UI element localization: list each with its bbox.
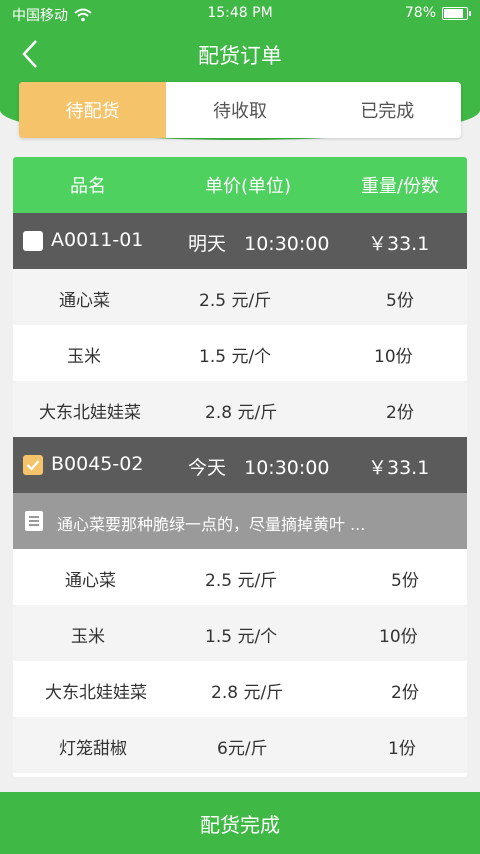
order-time: 明天 10:30:00 <box>188 233 330 255</box>
item-name: 大东北娃娃菜 <box>45 683 147 703</box>
order-total: ￥33.1 <box>368 457 430 479</box>
order-total: ￥33.1 <box>368 233 430 255</box>
order-table-card: 品名 单价(单位) 重量/份数 A0011-01 明天 10:30:00 ￥33… <box>13 157 467 777</box>
battery-icon <box>442 6 471 20</box>
table-row: 通心菜 2.5 元/斤 5份 <box>13 549 467 605</box>
header-name: 品名 <box>70 176 106 197</box>
item-price: 2.5 元/斤 <box>199 291 272 311</box>
table-header: 品名 单价(单位) 重量/份数 <box>13 157 467 213</box>
item-price: 2.5 元/斤 <box>205 571 278 591</box>
order-time: 今天 10:30:00 <box>188 457 330 479</box>
note-icon <box>25 511 43 531</box>
battery-percent: 78% <box>404 5 436 21</box>
item-name: 玉米 <box>71 627 105 647</box>
order-row[interactable]: A0011-01 明天 10:30:00 ￥33.1 <box>13 213 467 269</box>
header-price: 单价(单位) <box>204 176 292 197</box>
table-row: 玉米 1.5 元/个 10份 <box>13 325 467 381</box>
tab-to-collect[interactable]: 待收取 <box>166 82 313 138</box>
item-price: 6元/斤 <box>217 739 268 759</box>
tab-pending[interactable]: 待配货 <box>19 82 167 138</box>
item-price: 1.5 元/个 <box>199 347 272 367</box>
order-checkbox[interactable] <box>23 455 43 475</box>
check-icon <box>26 460 40 471</box>
table-row: 大东北娃娃菜 2.8 元/斤 2份 <box>13 381 467 437</box>
nav-bar: 配货订单 <box>0 28 480 80</box>
order-row[interactable]: B0045-02 今天 10:30:00 ￥33.1 <box>13 437 467 493</box>
item-name: 玉米 <box>67 347 101 367</box>
order-code: A0011-01 <box>51 229 144 251</box>
item-qty: 1份 <box>388 739 416 759</box>
item-price: 2.8 元/斤 <box>211 683 284 703</box>
table-row: 玉米 1.5 元/个 10份 <box>13 605 467 661</box>
note-text: 通心菜要那种脆绿一点的，尽量摘掉黄叶 ... <box>57 515 366 534</box>
finish-distribution-button[interactable]: 配货完成 <box>0 792 480 854</box>
order-status-tabs: 待配货 待收取 已完成 <box>19 82 461 138</box>
item-qty: 5份 <box>391 571 419 591</box>
item-name: 大东北娃娃菜 <box>39 403 141 423</box>
item-name: 通心菜 <box>59 291 110 311</box>
order-checkbox[interactable] <box>23 231 43 251</box>
order-code: B0045-02 <box>51 453 144 475</box>
item-name: 灯笼甜椒 <box>59 739 127 759</box>
item-price: 2.8 元/斤 <box>205 403 278 423</box>
header-qty: 重量/份数 <box>360 176 440 197</box>
item-qty: 2份 <box>391 683 419 703</box>
item-qty: 10份 <box>374 347 413 367</box>
table-row: 大东北娃娃菜 2.8 元/斤 2份 <box>13 661 467 717</box>
table-row: 通心菜 2.5 元/斤 5份 <box>13 269 467 325</box>
status-bar: 中国移动 15:48 PM 78% <box>0 0 480 28</box>
order-note[interactable]: 通心菜要那种脆绿一点的，尽量摘掉黄叶 ... <box>13 493 467 549</box>
item-price: 1.5 元/个 <box>205 627 278 647</box>
item-qty: 5份 <box>386 291 414 311</box>
table-row: 灯笼甜椒 6元/斤 1份 <box>13 717 467 773</box>
item-qty: 2份 <box>386 403 414 423</box>
item-name: 通心菜 <box>65 571 116 591</box>
page-title: 配货订单 <box>198 44 282 68</box>
tab-completed[interactable]: 已完成 <box>314 82 461 138</box>
item-qty: 10份 <box>379 627 418 647</box>
battery-group: 78% <box>404 5 471 21</box>
